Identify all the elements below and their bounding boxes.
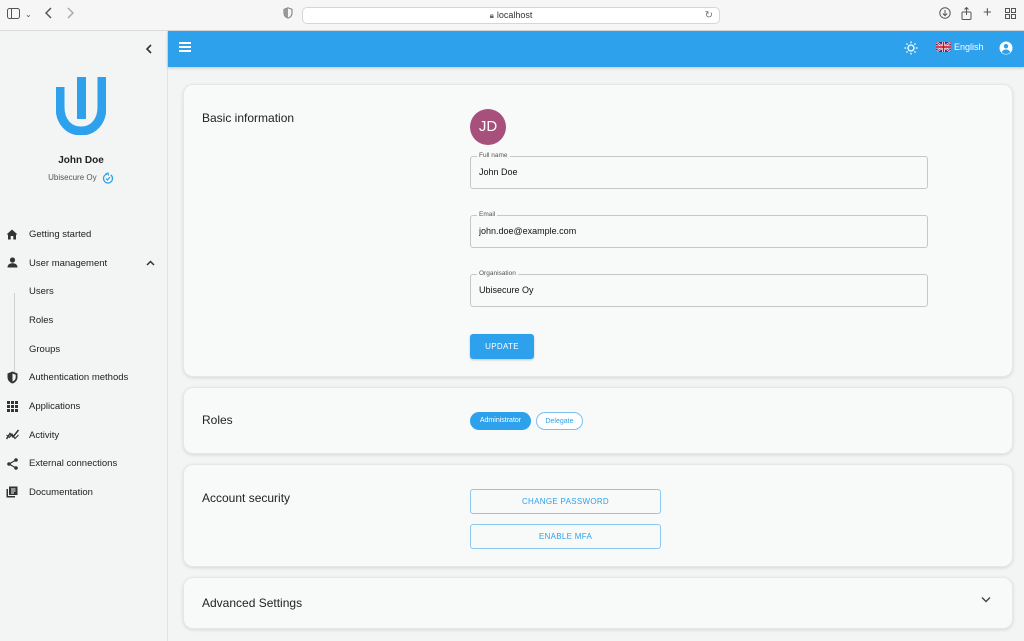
role-chip-administrator[interactable]: Administrator — [470, 412, 531, 430]
home-icon — [5, 227, 19, 241]
activity-chart-icon — [5, 428, 19, 442]
sidebar-item-label: User management — [29, 257, 108, 269]
sidebar-toggle-icon[interactable] — [7, 7, 20, 23]
uk-flag-icon — [936, 42, 951, 52]
change-password-button[interactable]: CHANGE PASSWORD — [470, 489, 661, 514]
new-tab-icon[interactable]: + — [983, 5, 992, 21]
organisation-input[interactable] — [479, 285, 899, 295]
enable-mfa-button[interactable]: ENABLE MFA — [470, 524, 661, 549]
organisation-label: Organisation — [477, 270, 518, 277]
account-circle-icon[interactable] — [999, 41, 1013, 55]
sidebar: John Doe Ubisecure Oy Getting started Us… — [0, 31, 168, 641]
sidebar-item-label: Roles — [29, 314, 54, 326]
reload-icon[interactable]: ↻ — [705, 8, 713, 23]
sidebar-organisation-label: Ubisecure Oy — [48, 173, 97, 183]
menu-icon[interactable] — [179, 42, 191, 54]
basic-information-card: Basic information JD Full name Email Org… — [183, 84, 1013, 377]
advanced-settings-card[interactable]: Advanced Settings — [183, 577, 1013, 629]
sidebar-item-user-management[interactable]: User management — [0, 249, 168, 278]
sidebar-item-groups[interactable]: Groups — [0, 335, 168, 364]
sidebar-item-label: Authentication methods — [29, 372, 129, 384]
email-label: Email — [477, 211, 498, 218]
sidebar-item-applications[interactable]: Applications — [0, 392, 168, 421]
card-title: Roles — [202, 413, 233, 427]
sidebar-item-label: Groups — [29, 343, 61, 355]
card-title: Advanced Settings — [202, 596, 303, 610]
share-icon[interactable] — [961, 6, 972, 24]
card-title: Account security — [202, 491, 291, 505]
sidebar-item-label: Users — [29, 286, 54, 298]
language-selector[interactable]: English — [936, 42, 984, 52]
back-icon[interactable] — [44, 7, 53, 23]
organisation-field[interactable]: Organisation — [470, 270, 928, 307]
apps-grid-icon — [5, 399, 19, 413]
url-text: localhost — [496, 10, 533, 20]
lock-icon: 🔒︎ — [489, 11, 494, 20]
sidebar-item-label: Documentation — [29, 487, 93, 499]
sidebar-item-activity[interactable]: Activity — [0, 421, 168, 450]
sidebar-organisation: Ubisecure Oy — [0, 172, 162, 184]
collapse-sidebar-icon[interactable] — [145, 41, 153, 57]
sidebar-item-getting-started[interactable]: Getting started — [0, 220, 168, 249]
sidebar-item-label: Getting started — [29, 228, 92, 240]
sidebar-item-authentication-methods[interactable]: Authentication methods — [0, 363, 168, 392]
tab-overview-icon[interactable] — [1005, 7, 1016, 23]
account-security-card: Account security CHANGE PASSWORD ENABLE … — [183, 464, 1013, 567]
share-icon — [5, 457, 19, 471]
top-app-bar: English — [168, 31, 1024, 67]
chevron-down-icon[interactable] — [981, 596, 991, 603]
full-name-input[interactable] — [479, 167, 899, 177]
ubisecure-logo — [56, 77, 106, 135]
roles-card: Roles Administrator Delegate — [183, 387, 1013, 454]
sidebar-item-roles[interactable]: Roles — [0, 306, 168, 335]
person-icon — [5, 256, 19, 270]
sidebar-item-users[interactable]: Users — [0, 277, 168, 306]
sidebar-item-label: External connections — [29, 458, 118, 470]
full-name-field[interactable]: Full name — [470, 152, 928, 189]
avatar: JD — [470, 109, 506, 145]
sidebar-item-external-connections[interactable]: External connections — [0, 450, 168, 479]
sidebar-item-label: Activity — [29, 429, 60, 441]
shield-icon — [5, 370, 19, 384]
forward-icon[interactable] — [66, 7, 75, 23]
chevron-up-icon[interactable] — [146, 258, 155, 269]
library-books-icon — [5, 485, 19, 499]
theme-toggle-sun-icon[interactable] — [904, 41, 918, 55]
sidebar-nav: Getting started User management Users Ro… — [0, 220, 168, 507]
role-chip-delegate[interactable]: Delegate — [536, 412, 583, 430]
language-label: English — [954, 42, 984, 52]
sidebar-item-label: Applications — [29, 400, 81, 412]
update-button[interactable]: UPDATE — [470, 334, 534, 359]
email-input[interactable] — [479, 226, 899, 236]
sidebar-item-documentation[interactable]: Documentation — [0, 478, 168, 507]
download-icon[interactable] — [939, 7, 951, 23]
sidebar-user-name: John Doe — [58, 155, 104, 166]
organisation-switch-icon[interactable] — [102, 172, 114, 184]
browser-toolbar: ⌄ 🔒︎ localhost ↻ + — [0, 0, 1024, 31]
chevron-down-icon[interactable]: ⌄ — [25, 7, 32, 23]
email-field[interactable]: Email — [470, 211, 928, 248]
privacy-shield-icon[interactable] — [283, 7, 293, 23]
card-title: Basic information — [202, 111, 295, 125]
address-bar[interactable]: 🔒︎ localhost ↻ — [302, 7, 720, 24]
full-name-label: Full name — [477, 152, 510, 159]
